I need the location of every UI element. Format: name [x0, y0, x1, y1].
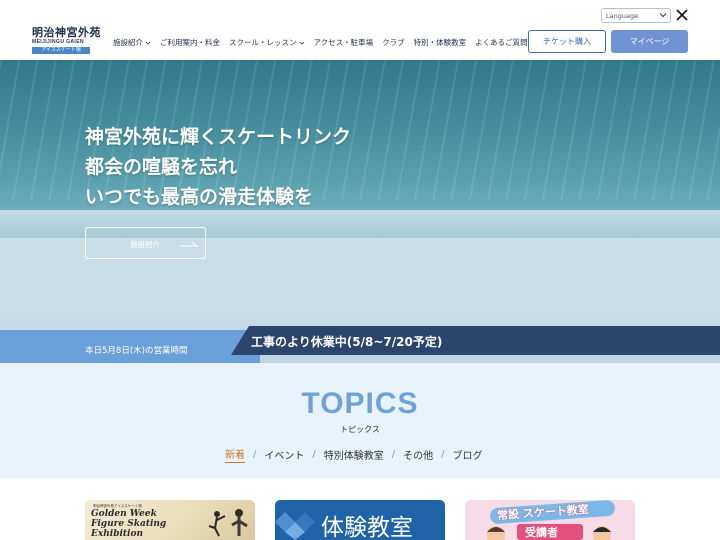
nav-item-label: スクール・レッスン	[229, 38, 297, 47]
tab-new[interactable]: 新着	[225, 446, 245, 463]
logo-tag-text: アイススケート場	[32, 47, 90, 54]
topics-subtitle: トピックス	[340, 425, 380, 434]
tab-separator: /	[441, 449, 445, 460]
tab-special-class[interactable]: 特別体験教室	[324, 447, 384, 462]
nav-item-club[interactable]: クラブ	[382, 37, 405, 48]
nav-item-label: よくあるご質問	[475, 38, 528, 47]
card-title-line: Golden Week	[91, 509, 157, 519]
nav-item-guide-price[interactable]: ご利用案内・料金	[160, 37, 220, 48]
topics-title: TOPICS	[301, 387, 419, 420]
chevron-down-icon	[299, 41, 304, 45]
site-header: 明治神宮外苑 MEIJIJINGU GAIEN アイススケート場 施設紹介 ご利…	[0, 0, 720, 60]
card-title-line: Figure Skating	[91, 519, 167, 529]
ticket-purchase-button[interactable]: チケット購入	[528, 30, 606, 53]
hero-facility-button[interactable]: 施設紹介	[85, 227, 206, 259]
site-logo[interactable]: 明治神宮外苑 MEIJIJINGU GAIEN アイススケート場	[32, 26, 101, 54]
main-nav: 施設紹介 ご利用案内・料金 スクール・レッスン アクセス・駐車場 クラブ 特別・…	[113, 37, 528, 48]
nav-item-label: クラブ	[382, 38, 405, 47]
character-face-icon	[487, 526, 505, 540]
nav-item-school-lesson[interactable]: スクール・レッスン	[229, 37, 305, 48]
business-hours-date: 本日5月8日(木)の営業時間	[85, 346, 188, 356]
nav-item-label: 施設紹介	[113, 38, 143, 47]
tab-separator: /	[253, 449, 257, 460]
chevron-down-icon	[659, 13, 667, 18]
logo-main-text: 明治神宮外苑	[32, 26, 101, 39]
business-hours-bar: 本日5月8日(木)の営業時間 工事のより休業中(5/8~7/20予定)	[0, 326, 720, 363]
card-title-line: Exhibition	[91, 529, 144, 539]
card-title: 常設 スケート教室	[496, 502, 590, 523]
topics-section: TOPICS トピックス 新着 / イベント / 特別体験教室 / その他 / …	[0, 363, 720, 478]
x-twitter-icon[interactable]	[676, 9, 688, 21]
skater-figure-icon	[208, 509, 248, 537]
nav-item-facility[interactable]: 施設紹介	[113, 37, 151, 48]
card-title: 体験教室	[321, 515, 413, 540]
tab-blog[interactable]: ブログ	[453, 447, 483, 462]
hero-title-line: 神宮外苑に輝くスケートリンク	[85, 126, 352, 148]
topic-card-trial-class[interactable]: 体験教室	[275, 500, 445, 540]
hero-button-label: 施設紹介	[130, 240, 160, 249]
topic-card-regular-class[interactable]: 常設 スケート教室 受講者	[465, 500, 635, 540]
hero-title: 神宮外苑に輝くスケートリンク 都会の喧騒を忘れ いつでも最高の滑走体験を	[85, 122, 351, 212]
nav-item-faq[interactable]: よくあるご質問	[475, 37, 528, 48]
tab-other[interactable]: その他	[403, 447, 433, 462]
chevron-down-icon	[145, 41, 151, 45]
topics-cards: 明治神宮外苑アイススケート場 Golden Week Figure Skatin…	[0, 478, 720, 540]
arrow-right-icon	[180, 241, 198, 247]
hero-title-line: いつでも最高の滑走体験を	[85, 186, 314, 208]
tab-event[interactable]: イベント	[264, 447, 304, 462]
mypage-button[interactable]: マイページ	[611, 30, 688, 53]
nav-item-label: ご利用案内・料金	[160, 38, 220, 47]
tab-separator: /	[312, 449, 316, 460]
closure-notice: 工事のより休業中(5/8~7/20予定)	[251, 335, 443, 349]
nav-item-access-parking[interactable]: アクセス・駐車場	[314, 37, 374, 48]
nav-item-label: アクセス・駐車場	[313, 38, 374, 47]
nav-item-label: 特別・体験教室	[413, 38, 467, 47]
topics-tabs: 新着 / イベント / 特別体験教室 / その他 / ブログ	[225, 446, 483, 463]
card-subtitle: 受講者	[525, 526, 558, 539]
language-select-label: Language	[606, 12, 639, 20]
geometric-pattern-icon	[275, 512, 315, 540]
topic-card-gw-exhibition[interactable]: 明治神宮外苑アイススケート場 Golden Week Figure Skatin…	[85, 500, 255, 540]
character-face-icon	[593, 526, 611, 540]
hero-title-line: 都会の喧騒を忘れ	[85, 156, 238, 178]
tab-separator: /	[391, 449, 396, 460]
language-select[interactable]: Language	[601, 8, 671, 23]
logo-sub-text: MEIJIJINGU GAIEN	[32, 39, 84, 45]
nav-item-special-class[interactable]: 特別・体験教室	[414, 37, 467, 48]
hero-section: 神宮外苑に輝くスケートリンク 都会の喧騒を忘れ いつでも最高の滑走体験を 施設紹…	[0, 60, 720, 363]
